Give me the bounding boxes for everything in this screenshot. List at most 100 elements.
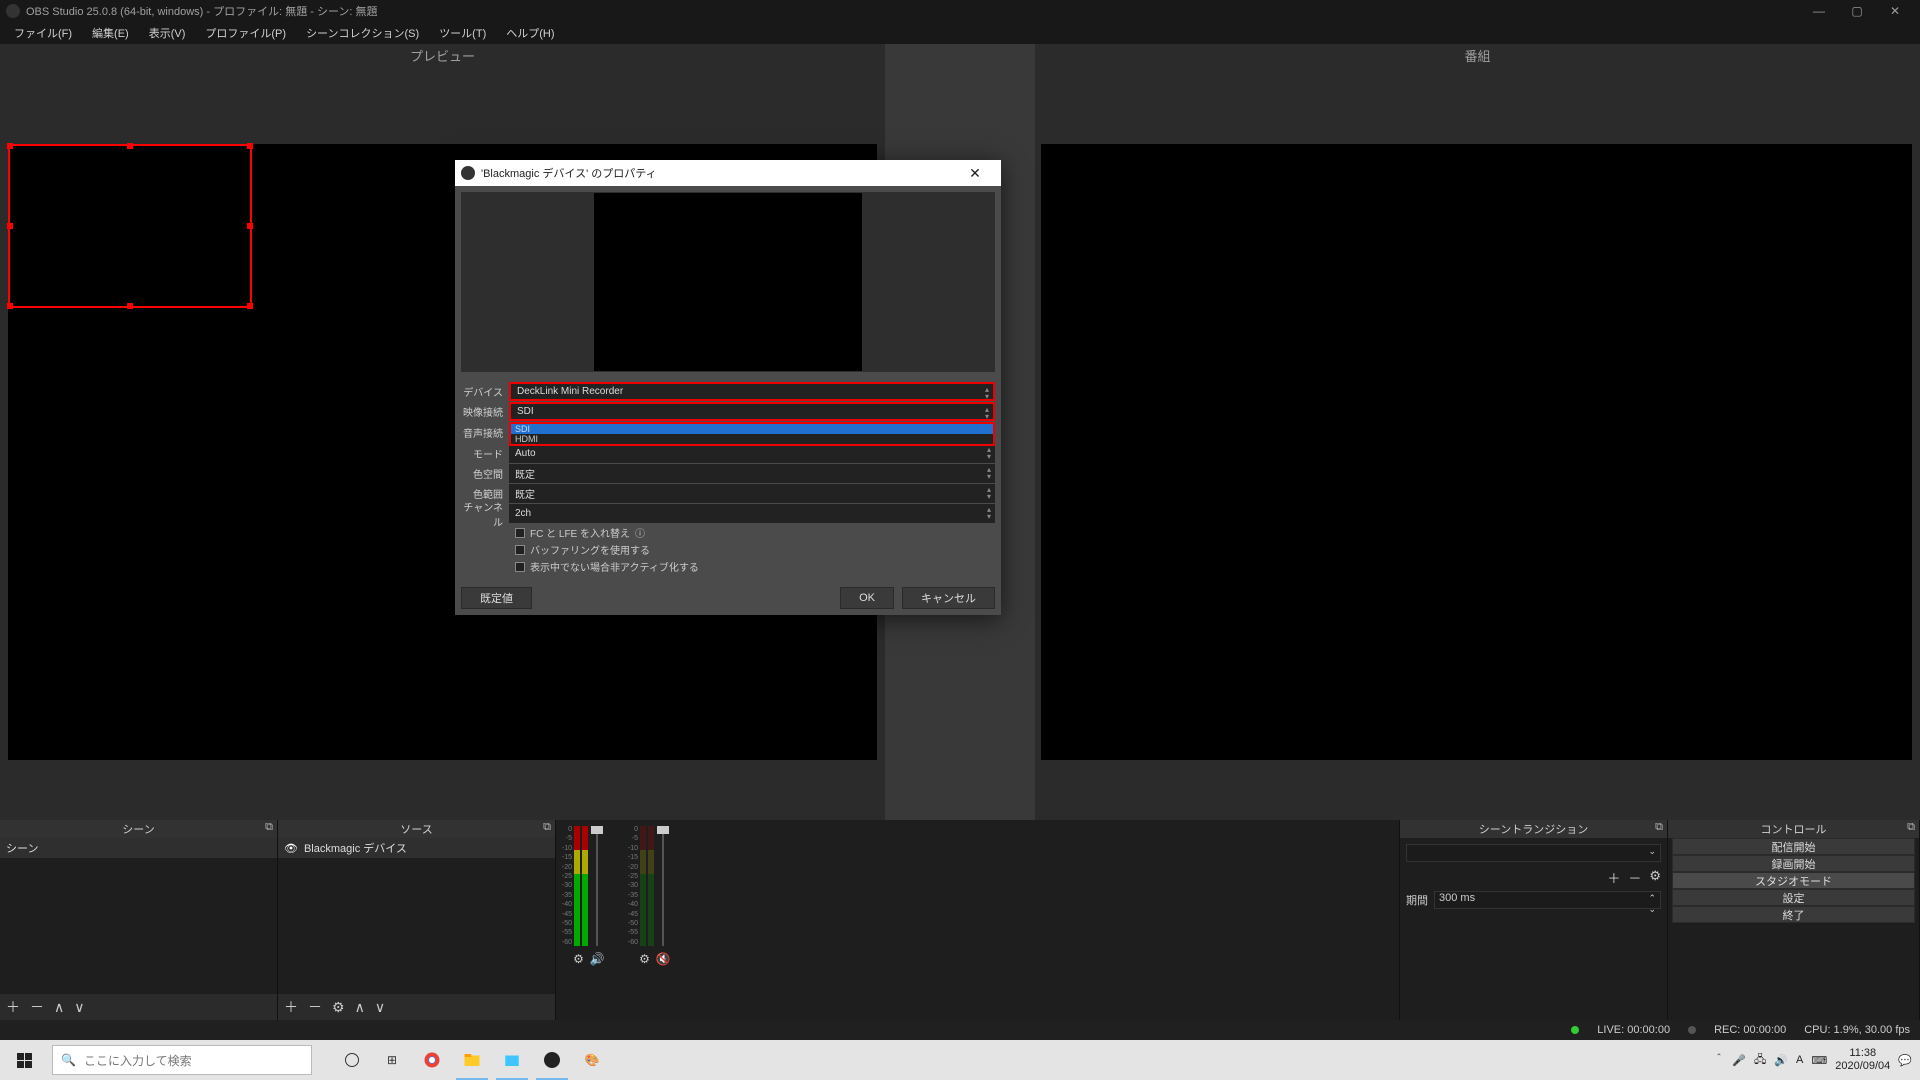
- field-mode[interactable]: Auto▴▾: [509, 444, 995, 463]
- tray-notifications-icon[interactable]: 💬: [1898, 1054, 1912, 1067]
- exit-button[interactable]: 終了: [1672, 906, 1915, 923]
- paint-icon[interactable]: 🎨: [572, 1040, 612, 1080]
- tray-keyboard-icon[interactable]: ⌨: [1811, 1054, 1827, 1067]
- volume-slider[interactable]: [596, 826, 598, 946]
- source-remove-button[interactable]: －: [308, 997, 322, 1017]
- visibility-icon[interactable]: 👁: [284, 842, 298, 855]
- label-device: デバイス: [461, 384, 509, 399]
- menu-tools[interactable]: ツール(T): [429, 22, 496, 44]
- channel-mute-icon[interactable]: 🔇: [656, 952, 671, 966]
- checkbox-swap[interactable]: [515, 528, 525, 538]
- live-status-dot: [1571, 1026, 1579, 1034]
- task-view-icon[interactable]: ⊞: [372, 1040, 412, 1080]
- obs-app-icon: [6, 4, 20, 18]
- menu-profile[interactable]: プロファイル(P): [195, 22, 296, 44]
- source-up-button[interactable]: ∧: [355, 999, 365, 1016]
- ok-button[interactable]: OK: [840, 587, 894, 609]
- volume-slider[interactable]: [662, 826, 664, 946]
- audio-channel-1: 0-5-10-15-20-25-30-35-40-45-50-55-60 ⚙🔊: [566, 826, 612, 966]
- maximize-button[interactable]: ▢: [1838, 0, 1876, 22]
- search-icon: 🔍: [61, 1053, 76, 1067]
- scene-up-button[interactable]: ∧: [54, 999, 64, 1016]
- obs-taskbar-icon[interactable]: [532, 1040, 572, 1080]
- checkbox-buffering[interactable]: [515, 545, 525, 555]
- channel-settings-icon[interactable]: ⚙: [573, 952, 584, 966]
- explorer-icon[interactable]: [452, 1040, 492, 1080]
- tray-clock[interactable]: 11:38 2020/09/04: [1835, 1047, 1890, 1073]
- tray-network-icon[interactable]: 🖧: [1754, 1051, 1766, 1070]
- tray-ime-icon[interactable]: A: [1796, 1054, 1803, 1066]
- dock-audio-mixer: 0-5-10-15-20-25-30-35-40-45-50-55-60 ⚙🔊 …: [556, 820, 1400, 1020]
- label-channel: チャンネル: [461, 499, 509, 529]
- dock-popout-icon[interactable]: ⧉: [543, 821, 551, 834]
- scene-item[interactable]: シーン: [0, 838, 277, 858]
- help-icon[interactable]: ⓘ: [635, 525, 645, 540]
- source-down-button[interactable]: ∨: [375, 999, 385, 1016]
- dialog-close-button[interactable]: ✕: [955, 165, 995, 182]
- settings-button[interactable]: 設定: [1672, 889, 1915, 906]
- menu-file[interactable]: ファイル(F): [4, 22, 82, 44]
- dialog-titlebar[interactable]: 'Blackmagic デバイス' のプロパティ ✕: [455, 160, 1001, 186]
- dock-popout-icon[interactable]: ⧉: [1655, 821, 1663, 834]
- transition-select[interactable]: ⌄: [1406, 844, 1661, 862]
- tray-mic-icon[interactable]: 🎤: [1732, 1054, 1746, 1067]
- label-audio-connection: 音声接続: [461, 425, 509, 440]
- start-streaming-button[interactable]: 配信開始: [1672, 838, 1915, 855]
- tray-volume-icon[interactable]: 🔊: [1774, 1054, 1788, 1067]
- start-button[interactable]: [0, 1040, 48, 1080]
- dialog-preview: [461, 192, 995, 372]
- rec-status: REC: 00:00:00: [1714, 1024, 1786, 1036]
- store-icon[interactable]: [492, 1040, 532, 1080]
- dock-transitions: シーントランジション⧉ ⌄ ＋ － ⚙ 期間 300 ms⌃⌄: [1400, 820, 1668, 1020]
- tray-chevron-icon[interactable]: ＾: [1713, 1052, 1724, 1068]
- chrome-icon[interactable]: [412, 1040, 452, 1080]
- start-recording-button[interactable]: 録画開始: [1672, 855, 1915, 872]
- scene-remove-button[interactable]: －: [30, 997, 44, 1017]
- label-video-connection: 映像接続: [461, 404, 509, 419]
- dock-popout-icon[interactable]: ⧉: [265, 821, 273, 834]
- source-add-button[interactable]: ＋: [284, 997, 298, 1017]
- channel-settings-icon[interactable]: ⚙: [639, 952, 650, 966]
- field-colorspace[interactable]: 既定▴▾: [509, 464, 995, 483]
- dock-transitions-title: シーントランジション: [1479, 821, 1588, 837]
- field-colorrange[interactable]: 既定▴▾: [509, 484, 995, 503]
- menu-edit[interactable]: 編集(E): [82, 22, 139, 44]
- source-item[interactable]: 👁Blackmagic デバイス: [278, 838, 555, 858]
- rec-status-dot: [1688, 1026, 1696, 1034]
- dropdown-option-hdmi[interactable]: HDMI: [511, 434, 993, 444]
- scene-down-button[interactable]: ∨: [74, 999, 84, 1016]
- scene-add-button[interactable]: ＋: [6, 997, 20, 1017]
- windows-taskbar: 🔍 ここに入力して検索 ⊞ 🎨 ＾ 🎤 🖧 🔊 A ⌨ 11:38 2020/0…: [0, 1040, 1920, 1080]
- menu-view[interactable]: 表示(V): [139, 22, 196, 44]
- system-tray: ＾ 🎤 🖧 🔊 A ⌨ 11:38 2020/09/04 💬: [1713, 1047, 1920, 1073]
- search-placeholder: ここに入力して検索: [84, 1052, 192, 1069]
- duration-input[interactable]: 300 ms⌃⌄: [1434, 891, 1661, 909]
- field-device[interactable]: DeckLink Mini Recorder▴▾: [509, 382, 995, 401]
- dock-scenes: シーン⧉ シーン ＋ － ∧ ∨: [0, 820, 278, 1020]
- field-video-connection[interactable]: SDI▴▾: [509, 402, 995, 421]
- checkbox-deactivate[interactable]: [515, 562, 525, 572]
- transition-settings-button[interactable]: ⚙: [1649, 868, 1661, 887]
- dialog-title: 'Blackmagic デバイス' のプロパティ: [481, 165, 657, 181]
- studio-mode-button[interactable]: スタジオモード: [1672, 872, 1915, 889]
- close-button[interactable]: ✕: [1876, 0, 1914, 22]
- transition-add-button[interactable]: ＋: [1607, 868, 1620, 887]
- transition-remove-button[interactable]: －: [1628, 868, 1641, 887]
- cancel-button[interactable]: キャンセル: [902, 587, 995, 609]
- cortana-icon[interactable]: [332, 1040, 372, 1080]
- docks-row: シーン⧉ シーン ＋ － ∧ ∨ ソース⧉ 👁Blackmagic デバイス ＋…: [0, 820, 1920, 1020]
- source-settings-button[interactable]: ⚙: [332, 999, 345, 1016]
- minimize-button[interactable]: —: [1800, 0, 1838, 22]
- menu-scene-collection[interactable]: シーンコレクション(S): [296, 22, 429, 44]
- dropdown-option-sdi[interactable]: SDI: [511, 424, 993, 434]
- cpu-status: CPU: 1.9%, 30.00 fps: [1804, 1024, 1910, 1036]
- source-selection-box[interactable]: [8, 144, 252, 308]
- field-channel[interactable]: 2ch▴▾: [509, 504, 995, 523]
- program-canvas: [1041, 144, 1912, 760]
- channel-speaker-icon[interactable]: 🔊: [590, 952, 605, 966]
- menu-help[interactable]: ヘルプ(H): [496, 22, 564, 44]
- taskbar-search[interactable]: 🔍 ここに入力して検索: [52, 1045, 312, 1075]
- dock-popout-icon[interactable]: ⧉: [1907, 821, 1915, 834]
- preview-label: プレビュー: [410, 46, 475, 65]
- defaults-button[interactable]: 既定値: [461, 587, 532, 609]
